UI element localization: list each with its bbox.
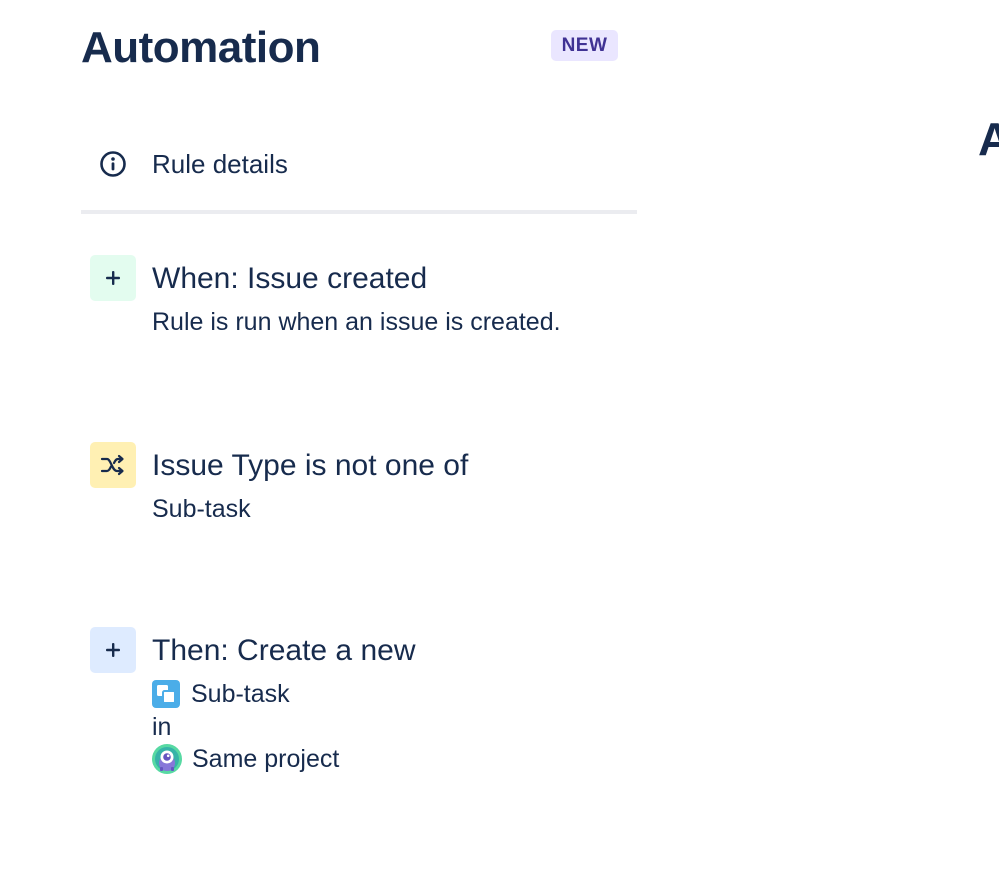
subtask-icon xyxy=(152,680,180,708)
action-project-label: Same project xyxy=(192,745,340,773)
trigger-title: When: Issue created xyxy=(152,262,428,295)
action-project: Same project xyxy=(152,744,339,774)
action-connector: in xyxy=(152,713,172,741)
trigger-description: Rule is run when an issue is created. xyxy=(152,308,561,336)
action-step[interactable]: Then: Create a new Sub-task in Same proj… xyxy=(90,627,630,787)
action-issue-type: Sub-task xyxy=(152,679,290,709)
plus-icon xyxy=(90,255,136,301)
action-title: Then: Create a new xyxy=(152,634,416,667)
plus-icon xyxy=(90,627,136,673)
new-badge: NEW xyxy=(551,30,618,61)
info-icon xyxy=(100,151,126,177)
page-title: Automation xyxy=(81,23,321,72)
trigger-step[interactable]: When: Issue created Rule is run when an … xyxy=(90,255,630,345)
condition-description: Sub-task xyxy=(152,495,251,523)
divider xyxy=(81,210,637,214)
rule-details-item[interactable]: Rule details xyxy=(81,132,637,196)
shuffle-icon xyxy=(90,442,136,488)
condition-step[interactable]: Issue Type is not one of Sub-task xyxy=(90,442,630,532)
action-issue-type-label: Sub-task xyxy=(191,680,290,708)
panel-heading: A xyxy=(978,113,999,165)
condition-title: Issue Type is not one of xyxy=(152,449,469,482)
automation-page: Automation NEW A Rule details When: Issu… xyxy=(0,0,999,878)
rule-details-label: Rule details xyxy=(152,149,288,179)
project-avatar-icon xyxy=(152,744,182,774)
